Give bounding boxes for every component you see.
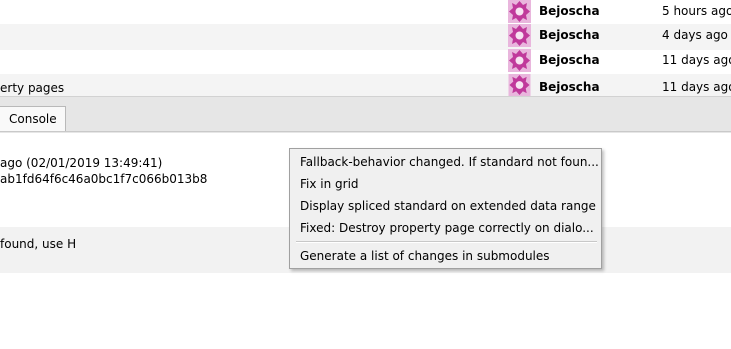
commit-date: 5 hours ago bbox=[662, 4, 731, 18]
tab-divider bbox=[0, 131, 731, 132]
commit-row[interactable]: erty pages Bejoscha 11 days ago bbox=[0, 74, 731, 96]
menu-item-destroy-property-page[interactable]: Fixed: Destroy property page correctly o… bbox=[292, 217, 599, 239]
commit-author: Bejoscha bbox=[539, 28, 600, 42]
menu-item-label: Fixed: Destroy property page correctly o… bbox=[300, 221, 594, 235]
commit-row[interactable]: Bejoscha 11 days ago bbox=[0, 49, 731, 75]
tab-bar: Console bbox=[0, 96, 731, 133]
avatar-icon bbox=[508, 74, 531, 96]
tab-console[interactable]: Console bbox=[0, 106, 66, 131]
commit-row[interactable]: Bejoscha 5 hours ago bbox=[0, 0, 731, 26]
avatar-icon bbox=[508, 24, 531, 47]
avatar-icon bbox=[508, 49, 531, 72]
menu-item-fallback-behavior[interactable]: Fallback-behavior changed. If standard n… bbox=[292, 151, 599, 173]
commit-author: Bejoscha bbox=[539, 80, 600, 94]
commit-subject: erty pages bbox=[0, 81, 65, 95]
context-menu: Fallback-behavior changed. If standard n… bbox=[289, 148, 602, 269]
commit-date-line: ago (02/01/2019 13:49:41) bbox=[0, 156, 163, 170]
commit-hash-line: ab1fd64f6c46a0bc1f7c066b013b8 bbox=[0, 172, 208, 186]
commit-date: 11 days ago bbox=[662, 80, 731, 94]
commit-date: 4 days ago bbox=[662, 28, 728, 42]
menu-item-label: Fix in grid bbox=[300, 177, 359, 191]
menu-separator bbox=[296, 241, 597, 243]
avatar-icon bbox=[508, 0, 531, 23]
menu-item-generate-submodule-changes[interactable]: Generate a list of changes in submodules bbox=[292, 245, 599, 267]
menu-item-label: Fallback-behavior changed. If standard n… bbox=[300, 155, 599, 169]
menu-item-display-spliced-standard[interactable]: Display spliced standard on extended dat… bbox=[292, 195, 599, 217]
commit-author: Bejoscha bbox=[539, 53, 600, 67]
commit-author: Bejoscha bbox=[539, 4, 600, 18]
menu-item-fix-in-grid[interactable]: Fix in grid bbox=[292, 173, 599, 195]
commit-message-line: found, use H bbox=[0, 237, 77, 251]
commit-date: 11 days ago bbox=[662, 53, 731, 67]
menu-item-label: Generate a list of changes in submodules bbox=[300, 249, 550, 263]
commit-row[interactable]: Bejoscha 4 days ago bbox=[0, 24, 731, 50]
menu-item-label: Display spliced standard on extended dat… bbox=[300, 199, 596, 213]
